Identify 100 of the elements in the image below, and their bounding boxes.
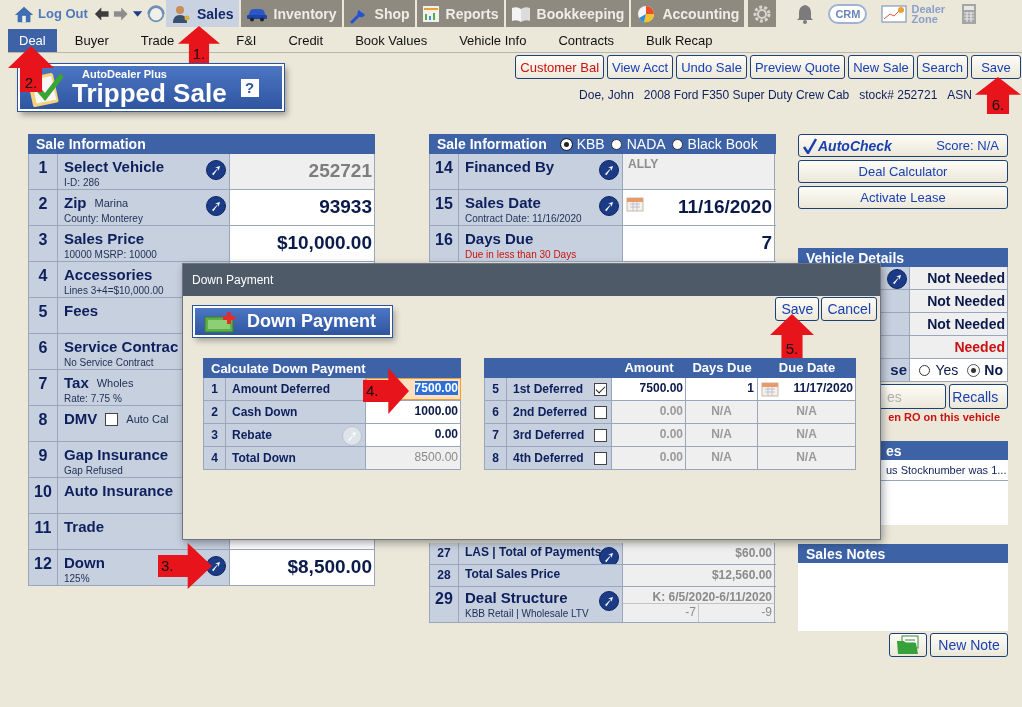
- row-label: 2nd Deferred: [513, 405, 588, 419]
- table-title: Calculate Down Payment: [211, 360, 366, 376]
- deal-summary-text: ASN: [947, 88, 972, 102]
- row-number: 27: [429, 543, 459, 564]
- value-cell: $60.00: [623, 543, 775, 564]
- row-label: Sales Price: [64, 230, 145, 248]
- row-number: 9: [28, 442, 58, 477]
- row-label: Total Down: [232, 451, 296, 465]
- row-detail: Rate: 7.75 %: [64, 393, 123, 404]
- row-label: 3rd Deferred: [513, 428, 585, 442]
- deal-summary-text: 2008 Ford F350 Super Duty Crew Cab: [643, 88, 850, 102]
- row-label: Accessories: [64, 266, 153, 284]
- page-title: Tripped Sale: [72, 80, 227, 106]
- row-detail: Due in less than 30 Days: [465, 249, 578, 260]
- row-label: Service Contrac: [64, 338, 179, 356]
- row-number: 4: [28, 262, 58, 297]
- callout-number: 3.: [161, 558, 174, 574]
- deal-summary-text: Doe, John: [579, 88, 634, 102]
- value-cell: -9: [699, 604, 775, 622]
- row-label: Gap Insurance: [64, 446, 169, 464]
- callout-number: 2.: [23, 75, 39, 91]
- row-number: 1: [203, 378, 226, 400]
- row-detail: No Service Contract: [64, 357, 155, 368]
- row-label: Sales Date: [465, 194, 542, 212]
- status-cell: Needed: [910, 336, 1008, 358]
- row-number: 5: [28, 298, 58, 333]
- value-cell: $12,560.00: [623, 565, 775, 586]
- brand-text: AutoDealer Plus: [82, 69, 168, 80]
- row-label: Trade: [64, 518, 105, 536]
- row-detail: Gap Refused: [64, 465, 124, 476]
- row-number: 12: [28, 550, 58, 585]
- table-title: es: [886, 442, 902, 459]
- column-header: Days Due: [691, 359, 753, 377]
- row-label: Deal Structure: [465, 589, 569, 607]
- row-number: 7: [28, 370, 58, 405]
- callout-number: 6.: [990, 97, 1006, 113]
- row-number: 28: [429, 565, 459, 586]
- row-detail: 125%: [64, 573, 91, 584]
- row-label: Zip: [64, 194, 87, 212]
- row-label: Auto Insurance: [64, 482, 174, 500]
- row-label: 1st Deferred: [513, 382, 584, 396]
- table-title: Sale Information: [437, 136, 547, 152]
- table-title: Sales Notes: [806, 545, 886, 562]
- value-cell: -7: [623, 604, 699, 622]
- row-label: Tax: [64, 374, 89, 392]
- row-label: DMV: [64, 410, 98, 428]
- value-cell: K: 6/5/2020-6/11/2020: [623, 587, 775, 604]
- row-label: Amount Deferred: [232, 382, 330, 396]
- row-detail: County: Monterey: [64, 213, 144, 224]
- row-label: Days Due: [465, 230, 535, 248]
- row-label: LAS | Total of Payments: [465, 545, 599, 559]
- row-number: 8: [28, 406, 58, 441]
- status-cell: Not Needed: [910, 313, 1008, 335]
- row-detail: 10000 MSRP: 10000: [64, 249, 158, 260]
- row-number: 15: [429, 190, 459, 225]
- callout-number: 1.: [191, 46, 207, 62]
- column-header: Due Date: [777, 359, 837, 377]
- row-number: 4: [203, 447, 226, 469]
- callout-number: 4.: [366, 383, 379, 399]
- row-number: 10: [28, 478, 58, 513]
- row-number: 11: [28, 514, 58, 549]
- dialog-title: Down Payment: [192, 273, 274, 287]
- row-detail: Lines 3+4=$10,000.00: [64, 285, 165, 296]
- row-number: 2: [28, 190, 58, 225]
- row-label: Financed By: [465, 158, 556, 176]
- row-number: 3: [203, 424, 226, 446]
- row-note: Wholes: [96, 377, 134, 389]
- row-label: Fees: [64, 302, 99, 320]
- status-cell: Not Needed: [910, 290, 1008, 312]
- table-title: Vehicle Details: [806, 249, 905, 266]
- row-label: Down: [64, 554, 105, 572]
- row-detail: Contract Date: 11/16/2020: [465, 213, 583, 224]
- warning-text: en RO on this vehicle: [887, 411, 1001, 423]
- row-label: Rebate: [232, 428, 272, 442]
- row-number: 7: [484, 424, 507, 446]
- row-label: se: [890, 361, 907, 379]
- row-number: 2: [203, 401, 226, 423]
- dialog-heading: Down Payment: [247, 311, 377, 332]
- row-label: Select Vehicle: [64, 158, 165, 176]
- row-number: 16: [429, 226, 459, 261]
- row-number: 6: [484, 401, 507, 423]
- row-label: 4th Deferred: [513, 451, 584, 465]
- status-cell: Not Needed: [910, 267, 1008, 289]
- deal-summary-text: stock# 252721: [859, 88, 938, 102]
- row-detail: I-D: 286: [64, 177, 101, 188]
- row-detail: KBB Retail | Wholesale LTV: [465, 608, 590, 619]
- callout-number: 5.: [784, 341, 800, 357]
- row-note: Marina: [94, 197, 129, 209]
- row-number: 1: [28, 154, 58, 189]
- row-number: 29: [429, 587, 459, 622]
- row-number: 14: [429, 154, 459, 189]
- row-number: 3: [28, 226, 58, 261]
- row-note: Auto Cal: [126, 413, 169, 425]
- row-label: Cash Down: [232, 405, 298, 419]
- row-label: Total Sales Price: [465, 567, 562, 581]
- table-title: Sale Information: [36, 136, 146, 152]
- row-number: 8: [484, 447, 507, 469]
- row-number: 5: [484, 378, 507, 400]
- row-number: 6: [28, 334, 58, 369]
- column-header: Amount: [623, 359, 675, 377]
